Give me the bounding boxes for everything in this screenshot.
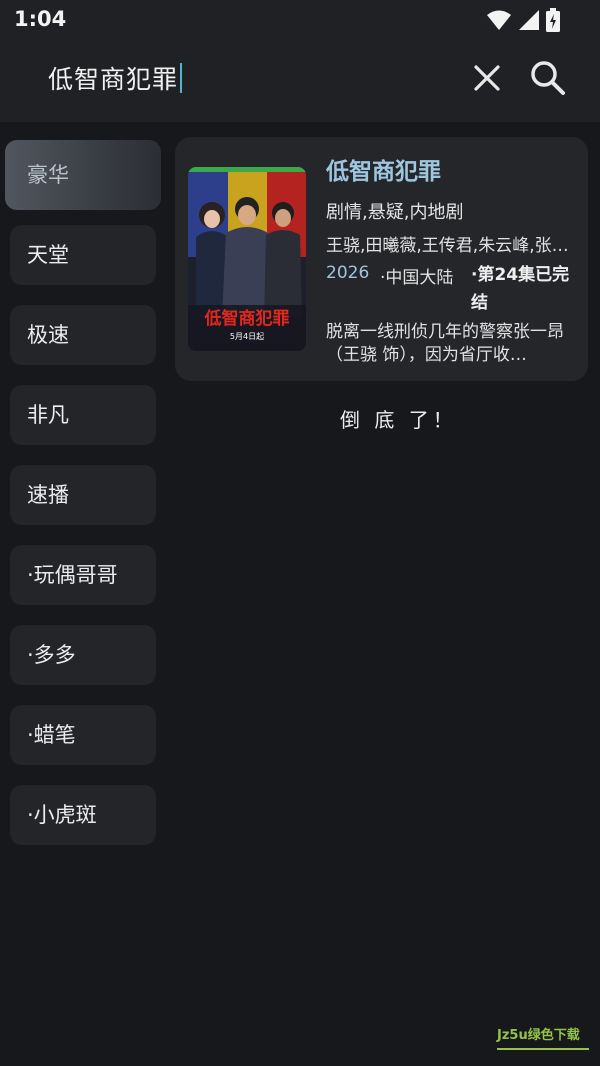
result-episodes: ·第24集已完结 — [471, 265, 570, 313]
poster-image: 低智商犯罪 5月4日起 — [188, 167, 306, 351]
sidebar-item-tiantang[interactable]: 天堂 — [10, 225, 156, 285]
signal-icon — [519, 10, 539, 30]
sidebar-item-haohua[interactable]: 豪华 — [5, 140, 161, 210]
list-end-text: 倒 底 了！ — [340, 408, 457, 432]
close-icon — [474, 65, 500, 91]
result-title: 低智商犯罪 — [326, 159, 441, 185]
battery-icon — [546, 8, 560, 32]
status-time: 1:04 — [14, 7, 67, 31]
poster-date: 5月4日起 — [230, 332, 264, 341]
result-year: 2026 — [326, 263, 370, 283]
sidebar-item-labi[interactable]: ·蜡笔 — [10, 705, 156, 765]
result-region: ·中国大陆 — [380, 268, 454, 288]
search-button[interactable] — [528, 58, 568, 98]
status-bar: 1:04 — [0, 0, 600, 40]
sidebar-item-jisu[interactable]: 极速 — [10, 305, 156, 365]
wifi-icon — [487, 10, 511, 30]
sidebar-item-wanougege[interactable]: ·玩偶哥哥 — [10, 545, 156, 605]
result-card[interactable]: 低智商犯罪 5月4日起 低智商犯罪 剧情,悬疑,内地剧 王骁,田曦薇,王传君,朱… — [175, 137, 588, 381]
poster-title-art: 低智商犯罪 — [204, 308, 290, 329]
search-icon — [531, 61, 565, 95]
status-icons — [486, 8, 560, 32]
text-caret — [180, 63, 183, 93]
sidebar-item-xiaohuban[interactable]: ·小虎斑 — [10, 785, 156, 845]
sidebar-item-subo[interactable]: 速播 — [10, 465, 156, 525]
watermark-logo: Jz5u绿色下载 — [497, 1024, 589, 1050]
search-query: 低智商犯罪 — [48, 65, 179, 94]
search-input[interactable]: 低智商犯罪 — [48, 60, 183, 96]
result-genre: 剧情,悬疑,内地剧 — [326, 202, 464, 223]
clear-button[interactable] — [467, 58, 507, 98]
result-cast: 王骁,田曦薇,王传君,朱云峰,张… — [326, 236, 569, 256]
search-bar: 低智商犯罪 — [0, 40, 600, 122]
sidebar-item-feifan[interactable]: 非凡 — [10, 385, 156, 445]
result-description: 脱离一线刑侦几年的警察张一昂（王骁 饰），因为省厅收… — [326, 322, 564, 365]
sidebar-item-duoduo[interactable]: ·多多 — [10, 625, 156, 685]
